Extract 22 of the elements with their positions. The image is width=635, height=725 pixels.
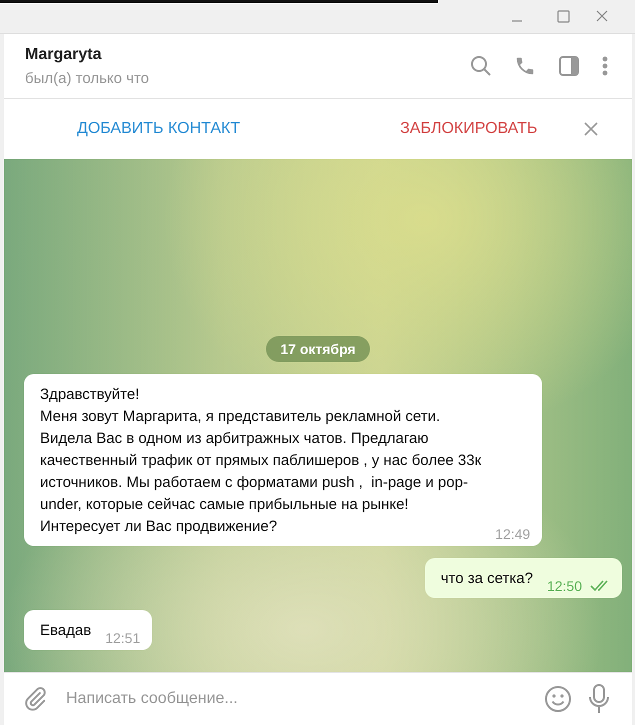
contact-status: был(а) только что — [25, 70, 150, 86]
message-text: Евадав — [40, 621, 92, 641]
sidebar-icon[interactable] — [558, 55, 580, 77]
contact-name: Margaryta — [25, 46, 103, 64]
message-text: Здравствуйте! Меня зовут Маргарита, я представитель рекламной сети. Видела Вас в одном из арбитражных чатов. Предлагаю качественный трафик от прямых паблишеров , у нас более 33к источников. Мы работаем с форматами push , in-page и pop- under, которые сейчас самые прибыльные на рынке! Интересует ли Вас продвижение? — [40, 385, 482, 537]
emoji-icon[interactable] — [544, 685, 572, 713]
close-icon[interactable] — [596, 10, 608, 22]
add-contact-button[interactable]: ДОБАВИТЬ КОНТАКТ — [77, 112, 240, 146]
close-icon[interactable] — [584, 122, 598, 136]
message-time: 12:51 — [105, 630, 140, 646]
message-time: 12:50 — [546, 578, 582, 594]
message-text: что за сетка? — [440, 569, 533, 589]
microphone-icon[interactable] — [588, 684, 610, 714]
phone-icon[interactable] — [514, 55, 536, 77]
block-button[interactable]: ЗАБЛОКИРОВАТЬ — [400, 112, 538, 146]
search-icon[interactable] — [470, 55, 492, 77]
date-badge: 17 октября — [266, 336, 370, 362]
maximize-icon[interactable] — [557, 10, 570, 23]
message-input[interactable]: Написать сообщение... — [64, 683, 528, 715]
attach-icon[interactable] — [22, 686, 48, 712]
more-icon[interactable] — [602, 55, 608, 77]
message-time: 12:49 — [495, 526, 530, 542]
